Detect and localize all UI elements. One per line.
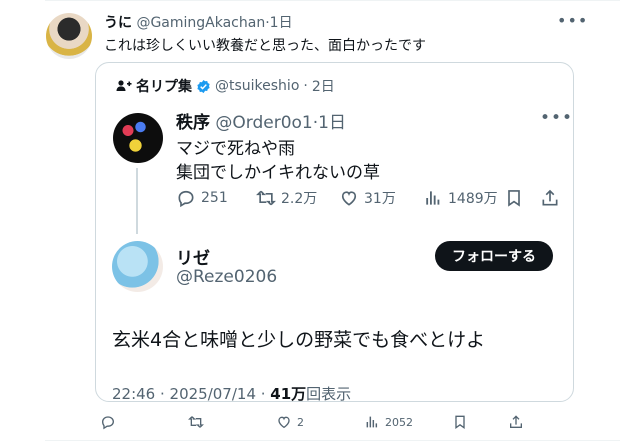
tweet-time[interactable]: 1日 — [270, 15, 293, 31]
views-chart-icon — [364, 414, 380, 430]
reply-count: 251 — [201, 190, 228, 206]
share-icon — [508, 414, 524, 430]
share-button[interactable] — [508, 410, 524, 434]
heart-icon — [339, 188, 359, 208]
views-chart-icon — [423, 188, 443, 208]
tweet2-views-suffix: 回表示 — [306, 385, 352, 403]
repost-count: 2.2万 — [281, 191, 318, 207]
tweet1-display-name: 秩序 — [176, 113, 210, 133]
views-count: 2052 — [385, 415, 413, 429]
follow-button: フォローする — [435, 241, 553, 271]
heart-icon — [276, 414, 292, 430]
tweet1-like: 31万 — [339, 186, 396, 210]
quote-time[interactable]: 2日 — [312, 76, 335, 96]
bookmark-button[interactable] — [452, 410, 468, 434]
tweet1-reply: 251 — [176, 186, 228, 210]
divider-top — [45, 0, 620, 1]
verified-badge-icon — [196, 79, 211, 94]
tweet1-share — [540, 186, 560, 210]
tweet2-text: 玄米4合と味噌と少しの野菜でも食べとけよ — [112, 329, 486, 351]
avatar-reze — [112, 241, 163, 292]
tweet1-text-line: 集団でしかイキれないの草 — [176, 163, 380, 183]
bookmark-icon — [504, 188, 524, 208]
thread-connector-line — [136, 168, 138, 234]
tweet1-repost: 2.2万 — [256, 186, 317, 210]
divider-bottom — [45, 440, 620, 441]
quote-header: 名リプ集 @tsuikeshio · 2日 — [116, 76, 335, 96]
avatar-order — [113, 113, 163, 163]
avatar-uni[interactable] — [46, 13, 92, 59]
separator: · — [303, 78, 308, 94]
tweet2-handle: @Reze0206 — [176, 267, 278, 287]
tweet1-time: 1日 — [318, 113, 346, 133]
like-count: 2 — [297, 415, 304, 429]
tweet1-bookmark — [504, 186, 524, 210]
like-button[interactable]: 2 — [276, 410, 304, 434]
tweet1-views: 1489万 — [423, 186, 498, 210]
tweet1-actions: 251 2.2万 31万 1489万 — [176, 186, 561, 212]
views-count: 1489万 — [448, 191, 498, 207]
share-icon — [540, 188, 560, 208]
views-button[interactable]: 2052 — [364, 410, 413, 434]
quote-account-name[interactable]: 名リプ集 — [136, 76, 192, 96]
repost-icon — [188, 414, 204, 430]
repost-icon — [256, 188, 276, 208]
tweet1-header: 秩序 @Order0o1·1日 — [176, 108, 346, 133]
tweet1-more-icon: ••• — [540, 108, 574, 128]
reply-button[interactable] — [100, 410, 121, 434]
reply-icon — [176, 188, 196, 208]
outer-tweet-actions: 2 2052 — [100, 411, 530, 433]
tweet1-text-line: マジで死ねや雨 — [176, 139, 295, 159]
tweet2-timestamp: 22:46 · 2025/07/14 · — [112, 385, 271, 403]
tweet2-meta: 22:46 · 2025/07/14 · 41万回表示 — [112, 383, 351, 404]
handle[interactable]: @GamingAkachan — [136, 15, 265, 31]
display-name[interactable]: うに — [104, 15, 132, 31]
tweet2-display-name: リゼ — [176, 249, 210, 269]
reply-icon — [100, 414, 116, 430]
tweet2-views-count: 41万 — [270, 385, 307, 403]
repost-button[interactable] — [188, 410, 209, 434]
quote-handle[interactable]: @tsuikeshio — [215, 78, 299, 94]
more-options-icon[interactable]: ••• — [557, 11, 588, 30]
user-group-icon — [116, 79, 132, 93]
tweet-text: これは珍しくいい教養だと思った、面白かったです — [104, 38, 426, 54]
bookmark-icon — [452, 414, 468, 430]
outer-tweet-header: うに @GamingAkachan·1日 — [104, 12, 293, 32]
like-count: 31万 — [364, 191, 396, 207]
tweet1-handle: @Order0o1 — [215, 113, 313, 133]
